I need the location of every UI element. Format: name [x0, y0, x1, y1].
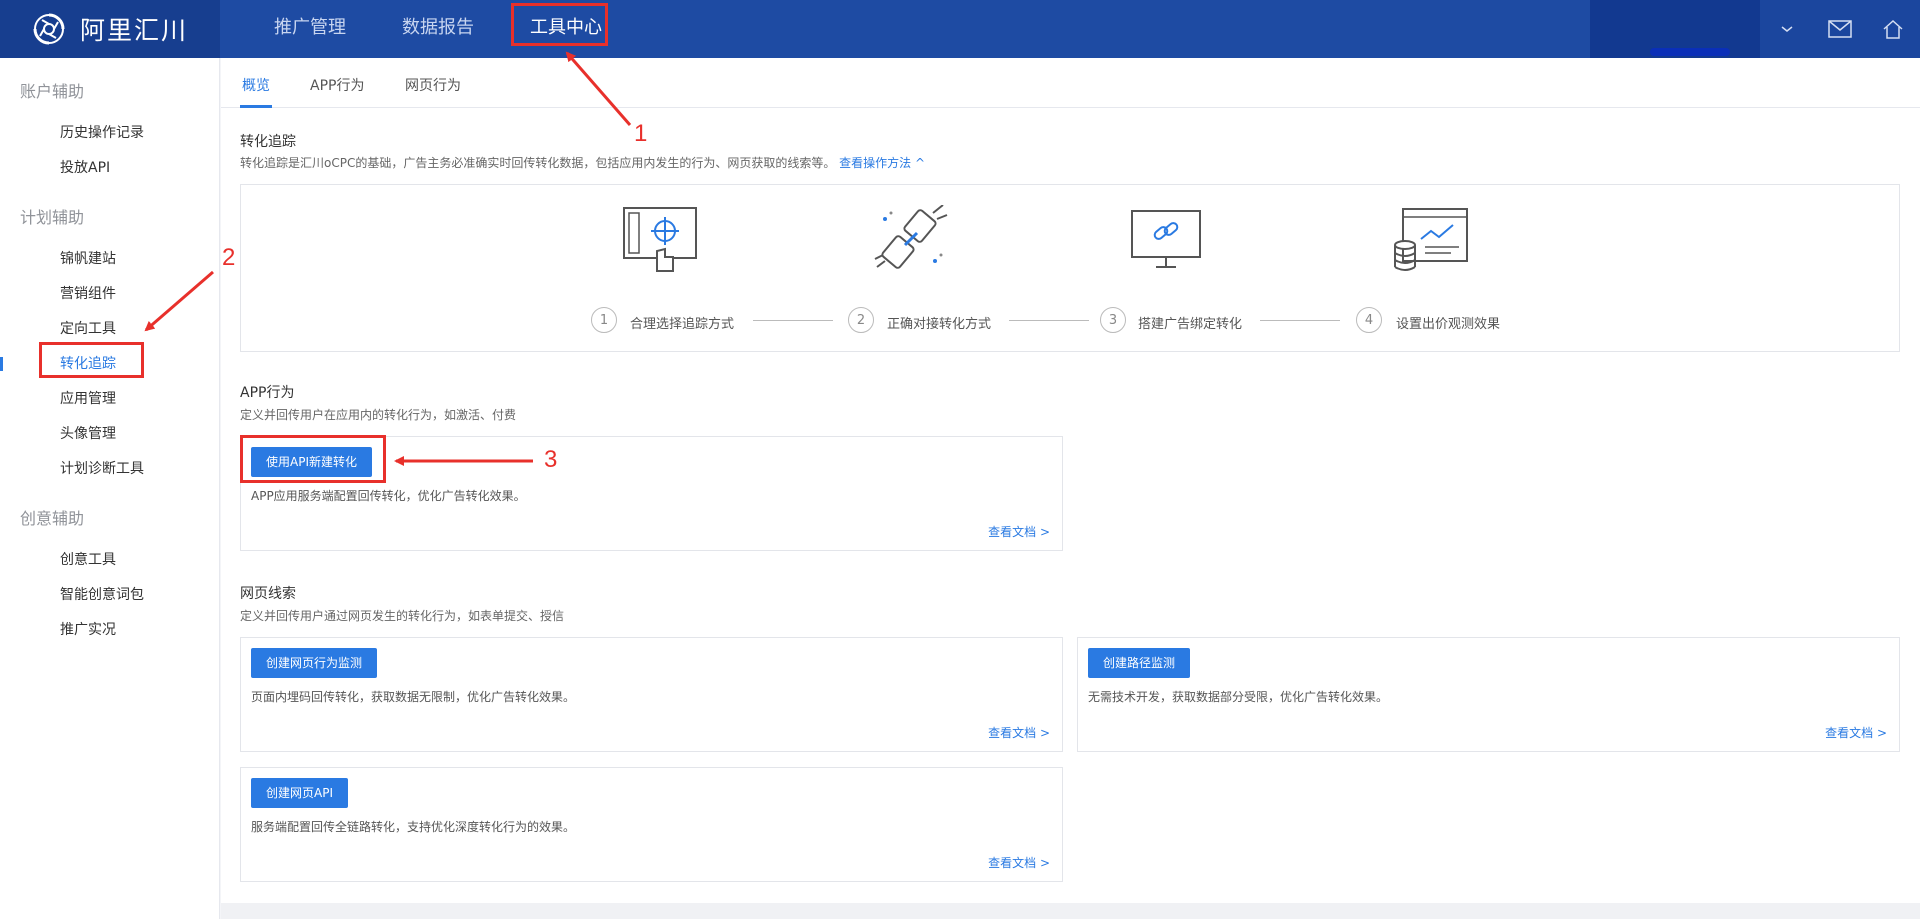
annotation-number: 3: [544, 446, 558, 473]
card-desc: 服务端配置回传全链路转化，支持优化深度转化行为的效果。: [251, 820, 576, 834]
sidebar-item-creative-tool[interactable]: 创意工具: [60, 549, 116, 569]
app-section-title: APP行为: [240, 385, 295, 401]
sidebar-item-live-preview[interactable]: 推广实况: [60, 619, 116, 639]
path-monitor-card: 创建路径监测 无需技术开发，获取数据部分受限，优化广告转化效果。 查看文档 >: [1077, 637, 1900, 752]
step-connector: [753, 320, 833, 321]
tracking-steps: 1 合理选择追踪方式 2 正确对接转化方式 3 搭建广告绑定转化 4 设置出价观…: [240, 184, 1900, 352]
step-label: 设置出价观测效果: [1396, 317, 1501, 332]
create-web-behavior-monitor-button[interactable]: 创建网页行为监测: [251, 648, 378, 678]
chart-database-icon: [1394, 208, 1468, 271]
step-connector: [1009, 320, 1089, 321]
top-bar: 阿里汇川 推广管理 数据报告 工具中心: [0, 0, 1920, 58]
view-docs-link[interactable]: 查看文档 >: [988, 523, 1050, 540]
annotation-number: 2: [222, 244, 236, 271]
annotation-box-tool-center: [511, 3, 608, 46]
annotation-box-api-button: [240, 435, 386, 483]
sidebar-item-history[interactable]: 历史操作记录: [60, 122, 144, 142]
step-number: 1: [591, 307, 617, 333]
view-docs-link[interactable]: 查看文档 >: [988, 724, 1050, 741]
step-label: 搭建广告绑定转化: [1138, 317, 1243, 332]
sidebar: 账户辅助 历史操作记录 投放API 计划辅助 锦帆建站 营销组件 定向工具 转化…: [0, 58, 220, 919]
step-connector: [1260, 320, 1340, 321]
sidebar-item-avatar-management[interactable]: 头像管理: [60, 423, 116, 443]
step-label: 正确对接转化方式: [887, 317, 992, 332]
tracking-title: 转化追踪: [240, 134, 296, 150]
sidebar-active-indicator: [0, 357, 3, 371]
monitor-link-icon: [1131, 210, 1201, 268]
sidebar-group-creative: 创意辅助: [20, 509, 85, 528]
annotation-box-conversion-tracking: [39, 342, 144, 378]
chevron-down-icon[interactable]: [1773, 15, 1801, 43]
sidebar-item-smart-wordpack[interactable]: 智能创意词包: [60, 584, 144, 604]
redaction-mark: [1650, 48, 1730, 56]
main-content: 概览 APP行为 网页行为 转化追踪 转化追踪是汇川oCPC的基础，广告主务必准…: [221, 58, 1920, 903]
web-behavior-card: 创建网页行为监测 页面内埋码回传转化，获取数据无限制，优化广告转化效果。 查看文…: [240, 637, 1063, 752]
tab-bar: 概览 APP行为 网页行为: [221, 58, 1920, 108]
tab-app-behavior[interactable]: APP行为: [310, 75, 364, 95]
view-docs-link[interactable]: 查看文档 >: [1825, 724, 1887, 741]
nav-item-promotion[interactable]: 推广管理: [252, 0, 368, 58]
web-section-desc: 定义并回传用户通过网页发生的转化行为，如表单提交、授信: [240, 609, 565, 623]
sidebar-item-site-builder[interactable]: 锦帆建站: [60, 248, 116, 268]
sidebar-item-app-management[interactable]: 应用管理: [60, 388, 116, 408]
top-icon-bar: [1760, 0, 1920, 58]
annotation-number: 1: [634, 120, 648, 147]
sidebar-item-api[interactable]: 投放API: [60, 157, 110, 177]
screen-target-icon: [623, 207, 697, 272]
step-number: 2: [848, 307, 874, 333]
nav-item-reports[interactable]: 数据报告: [380, 0, 496, 58]
bottom-strip: [221, 903, 1920, 919]
sidebar-group-plan: 计划辅助: [20, 208, 85, 227]
view-method-link[interactable]: 查看操作方法 ^: [839, 156, 925, 170]
web-section-title: 网页线索: [240, 586, 296, 602]
sidebar-group-account: 账户辅助: [20, 82, 85, 101]
view-docs-link[interactable]: 查看文档 >: [988, 854, 1050, 871]
sidebar-item-targeting-tool[interactable]: 定向工具: [60, 318, 116, 338]
app-section-desc: 定义并回传用户在应用内的转化行为，如激活、付费: [240, 408, 517, 422]
create-path-monitor-button[interactable]: 创建路径监测: [1088, 648, 1191, 678]
plug-connect-icon: [874, 205, 948, 269]
step-label: 合理选择追踪方式: [630, 317, 735, 332]
step-number: 3: [1100, 307, 1126, 333]
tab-active-underline: [240, 105, 272, 108]
logo[interactable]: 阿里汇川: [0, 0, 220, 58]
home-icon[interactable]: [1879, 15, 1907, 43]
sidebar-item-plan-diagnosis[interactable]: 计划诊断工具: [60, 458, 144, 478]
tab-web-behavior[interactable]: 网页行为: [405, 75, 461, 95]
card-desc: 无需技术开发，获取数据部分受限，优化广告转化效果。: [1088, 690, 1389, 704]
card-desc: 页面内埋码回传转化，获取数据无限制，优化广告转化效果。: [251, 690, 576, 704]
card-desc: APP应用服务端配置回传转化，优化广告转化效果。: [251, 489, 526, 503]
user-account-block[interactable]: [1590, 0, 1760, 58]
create-web-api-button[interactable]: 创建网页API: [251, 778, 348, 808]
tracking-desc: 转化追踪是汇川oCPC的基础，广告主务必准确实时回传转化数据，包括应用内发生的行…: [240, 154, 925, 171]
step-number: 4: [1356, 307, 1382, 333]
web-api-card: 创建网页API 服务端配置回传全链路转化，支持优化深度转化行为的效果。 查看文档…: [240, 767, 1063, 882]
sidebar-item-marketing-components[interactable]: 营销组件: [60, 283, 116, 303]
tracking-desc-text: 转化追踪是汇川oCPC的基础，广告主务必准确实时回传转化数据，包括应用内发生的行…: [240, 156, 836, 170]
logo-swirl-icon: [33, 13, 65, 45]
mail-icon[interactable]: [1826, 15, 1854, 43]
logo-text: 阿里汇川: [80, 16, 189, 45]
tab-overview[interactable]: 概览: [242, 75, 270, 95]
